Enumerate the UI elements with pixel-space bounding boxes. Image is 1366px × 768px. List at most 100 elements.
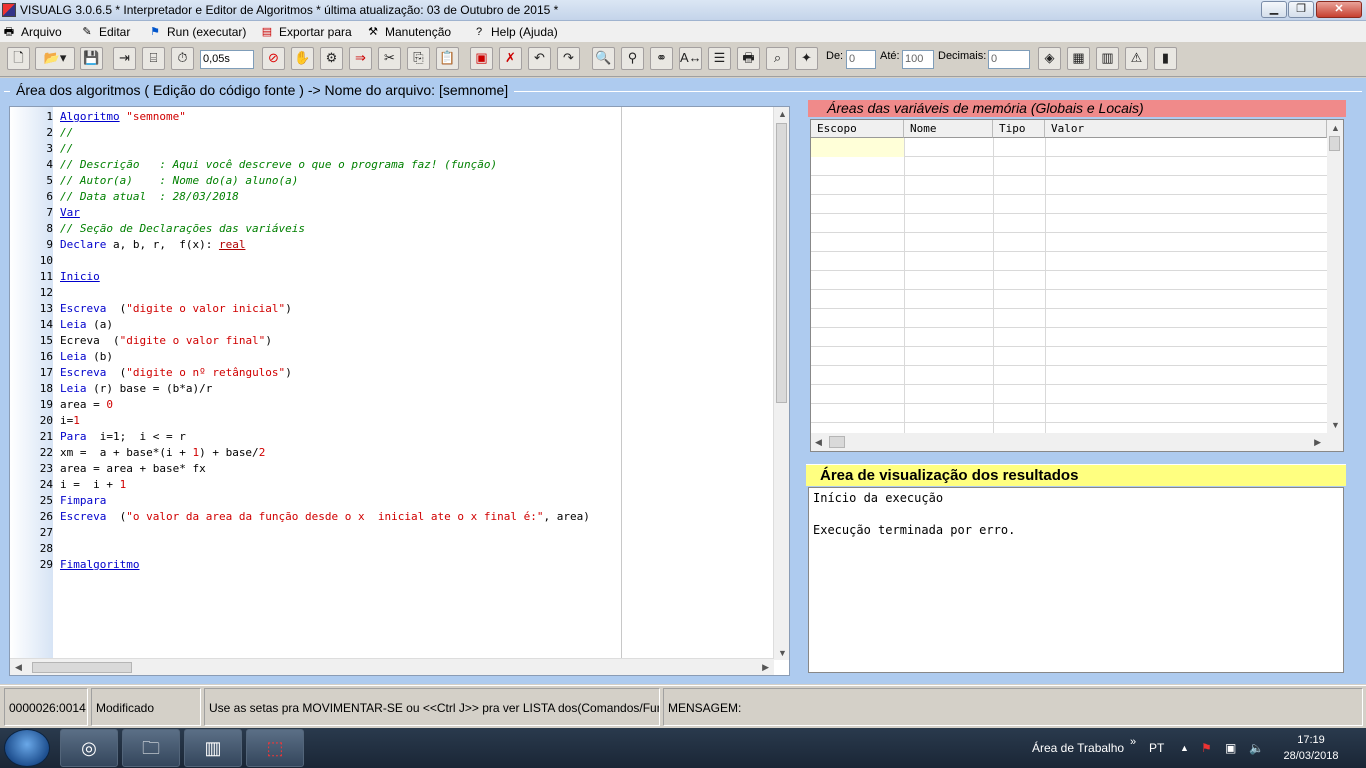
code-line[interactable]: Declare a, b, r, f(x): real xyxy=(60,237,245,253)
code-line[interactable]: xm = a + base*(i + 1) + base/2 xyxy=(60,445,265,461)
action-center-icon[interactable]: ⚑ xyxy=(1201,728,1212,768)
table-row[interactable] xyxy=(811,233,1327,252)
scroll-thumb[interactable] xyxy=(776,123,787,403)
code-line[interactable]: Para i=1; i < = r xyxy=(60,429,186,445)
table-row[interactable] xyxy=(811,157,1327,176)
indent-icon[interactable]: ⇥ xyxy=(113,47,136,70)
chrome-icon[interactable]: ◎ xyxy=(60,729,118,767)
table-row[interactable] xyxy=(811,309,1327,328)
code-line[interactable]: // Descrição : Aqui você descreve o que … xyxy=(60,157,497,173)
code-line[interactable]: Fimalgoritmo xyxy=(60,557,139,573)
clipboard-red-icon[interactable]: ▣ xyxy=(470,47,493,70)
exit-icon[interactable]: ▮ xyxy=(1154,47,1177,70)
warning-icon[interactable]: ⚠ xyxy=(1125,47,1148,70)
preview-icon[interactable]: ⌕ xyxy=(766,47,789,70)
column-header-tipo[interactable]: Tipo xyxy=(993,120,1045,138)
table-row[interactable] xyxy=(811,385,1327,404)
code-line[interactable]: Escreva ("o valor da area da função desd… xyxy=(60,509,590,525)
find-next-icon[interactable]: ⚲ xyxy=(621,47,644,70)
start-button[interactable] xyxy=(4,729,50,767)
scroll-right-icon[interactable]: ▶ xyxy=(762,662,769,673)
scroll-thumb[interactable] xyxy=(32,662,132,673)
results-output[interactable]: Início da execução Execução terminada po… xyxy=(808,487,1344,673)
calculator-icon[interactable]: ▦ xyxy=(1067,47,1090,70)
menu-arquivo[interactable]: 🖶 Arquivo xyxy=(2,24,62,40)
table-row[interactable] xyxy=(811,252,1327,271)
minimize-button[interactable]: ▁ xyxy=(1261,1,1287,18)
table-row[interactable] xyxy=(811,290,1327,309)
de-input[interactable]: 0 xyxy=(846,50,876,69)
code-line[interactable]: Leia (r) base = (b*a)/r xyxy=(60,381,212,397)
table-row[interactable] xyxy=(811,328,1327,347)
stop-icon[interactable]: ⊘ xyxy=(262,47,285,70)
scroll-down-icon[interactable]: ▼ xyxy=(778,648,787,658)
paste-icon[interactable]: 📋 xyxy=(436,47,459,70)
variables-horizontal-scrollbar[interactable]: ◀ ▶ xyxy=(811,433,1343,451)
table-row[interactable] xyxy=(811,176,1327,195)
code-line[interactable]: area = area + base* fx xyxy=(60,461,206,477)
code-line[interactable]: Fimpara xyxy=(60,493,106,509)
maximize-button[interactable]: ❐ xyxy=(1288,1,1314,18)
code-line[interactable]: Var xyxy=(60,205,80,221)
print-icon[interactable]: 🖶 xyxy=(737,47,760,70)
align-icon[interactable]: ☰ xyxy=(708,47,731,70)
scroll-down-icon[interactable]: ▼ xyxy=(1331,420,1340,430)
speed-select[interactable]: 0,05s xyxy=(200,50,254,69)
code-line[interactable]: // Seção de Declarações das variáveis xyxy=(60,221,305,237)
pdf-reader-icon[interactable]: ⬚ xyxy=(246,729,304,767)
scroll-left-icon[interactable]: ◀ xyxy=(815,437,822,448)
wand-icon[interactable]: ✦ xyxy=(795,47,818,70)
column-header-valor[interactable]: Valor xyxy=(1045,120,1327,138)
scroll-left-icon[interactable]: ◀ xyxy=(15,662,22,673)
variables-vertical-scrollbar[interactable]: ▲ ▼ xyxy=(1327,120,1343,433)
decimais-select[interactable]: 0 xyxy=(988,50,1030,69)
language-indicator[interactable]: PT xyxy=(1149,728,1164,768)
globe-icon[interactable]: ◈ xyxy=(1038,47,1061,70)
code-line[interactable]: // Autor(a) : Nome do(a) aluno(a) xyxy=(60,173,298,189)
replace-all-icon[interactable]: A↔ xyxy=(679,47,702,70)
editor-vertical-scrollbar[interactable]: ▲ ▼ xyxy=(773,107,789,660)
breakpoint-icon[interactable]: ⚙ xyxy=(320,47,343,70)
calendar-icon[interactable]: ▥ xyxy=(1096,47,1119,70)
menu-run[interactable]: ⚑ Run (executar) xyxy=(148,24,246,40)
replace-icon[interactable]: ⚭ xyxy=(650,47,673,70)
step-icon[interactable]: ⇒ xyxy=(349,47,372,70)
table-row[interactable] xyxy=(811,195,1327,214)
save-icon[interactable]: 💾 xyxy=(80,47,103,70)
chevron-icon[interactable]: » xyxy=(1130,722,1136,762)
code-line[interactable]: Algoritmo "semnome" xyxy=(60,109,186,125)
code-line[interactable]: Inicio xyxy=(60,269,100,285)
table-row[interactable] xyxy=(811,366,1327,385)
code-line[interactable]: // xyxy=(60,141,73,157)
table-row[interactable] xyxy=(811,214,1327,233)
ate-input[interactable]: 100 xyxy=(902,50,934,69)
cut-icon[interactable]: ✂ xyxy=(378,47,401,70)
undo-icon[interactable]: ↶ xyxy=(528,47,551,70)
redo-icon[interactable]: ↷ xyxy=(557,47,580,70)
code-line[interactable]: // xyxy=(60,125,73,141)
timer-icon[interactable]: ⏱ xyxy=(171,47,194,70)
visualg-taskbar-icon[interactable]: ▥ xyxy=(184,729,242,767)
close-button[interactable]: ✕ xyxy=(1316,1,1362,18)
find-icon[interactable]: 🔍 xyxy=(592,47,615,70)
code-line[interactable]: Escreva ("digite o nº retângulos") xyxy=(60,365,292,381)
scroll-up-icon[interactable]: ▲ xyxy=(778,109,787,119)
code-line[interactable]: i = i + 1 xyxy=(60,477,126,493)
clock[interactable]: 17:19 28/03/2018 xyxy=(1276,732,1346,764)
code-line[interactable]: i=1 xyxy=(60,413,80,429)
code-line[interactable]: Leia (a) xyxy=(60,317,113,333)
code-line[interactable]: Escreva ("digite o valor inicial") xyxy=(60,301,292,317)
editor-horizontal-scrollbar[interactable]: ◀ ▶ xyxy=(10,658,774,675)
new-file-icon[interactable]: 🗋 xyxy=(7,47,30,70)
menu-manutencao[interactable]: ⚒ Manutenção xyxy=(366,24,451,40)
code-line[interactable]: area = 0 xyxy=(60,397,113,413)
open-file-icon[interactable]: 📂▾ xyxy=(35,47,75,70)
clear-icon[interactable]: ✗ xyxy=(499,47,522,70)
selected-cell[interactable] xyxy=(811,138,904,157)
table-row[interactable] xyxy=(811,404,1327,423)
code-line[interactable]: Ecreva ("digite o valor final") xyxy=(60,333,272,349)
column-header-nome[interactable]: Nome xyxy=(904,120,993,138)
file-explorer-icon[interactable]: 🗀 xyxy=(122,729,180,767)
outline-icon[interactable]: ⌸ xyxy=(142,47,165,70)
desktop-toolbar-label[interactable]: Área de Trabalho xyxy=(1032,728,1124,768)
